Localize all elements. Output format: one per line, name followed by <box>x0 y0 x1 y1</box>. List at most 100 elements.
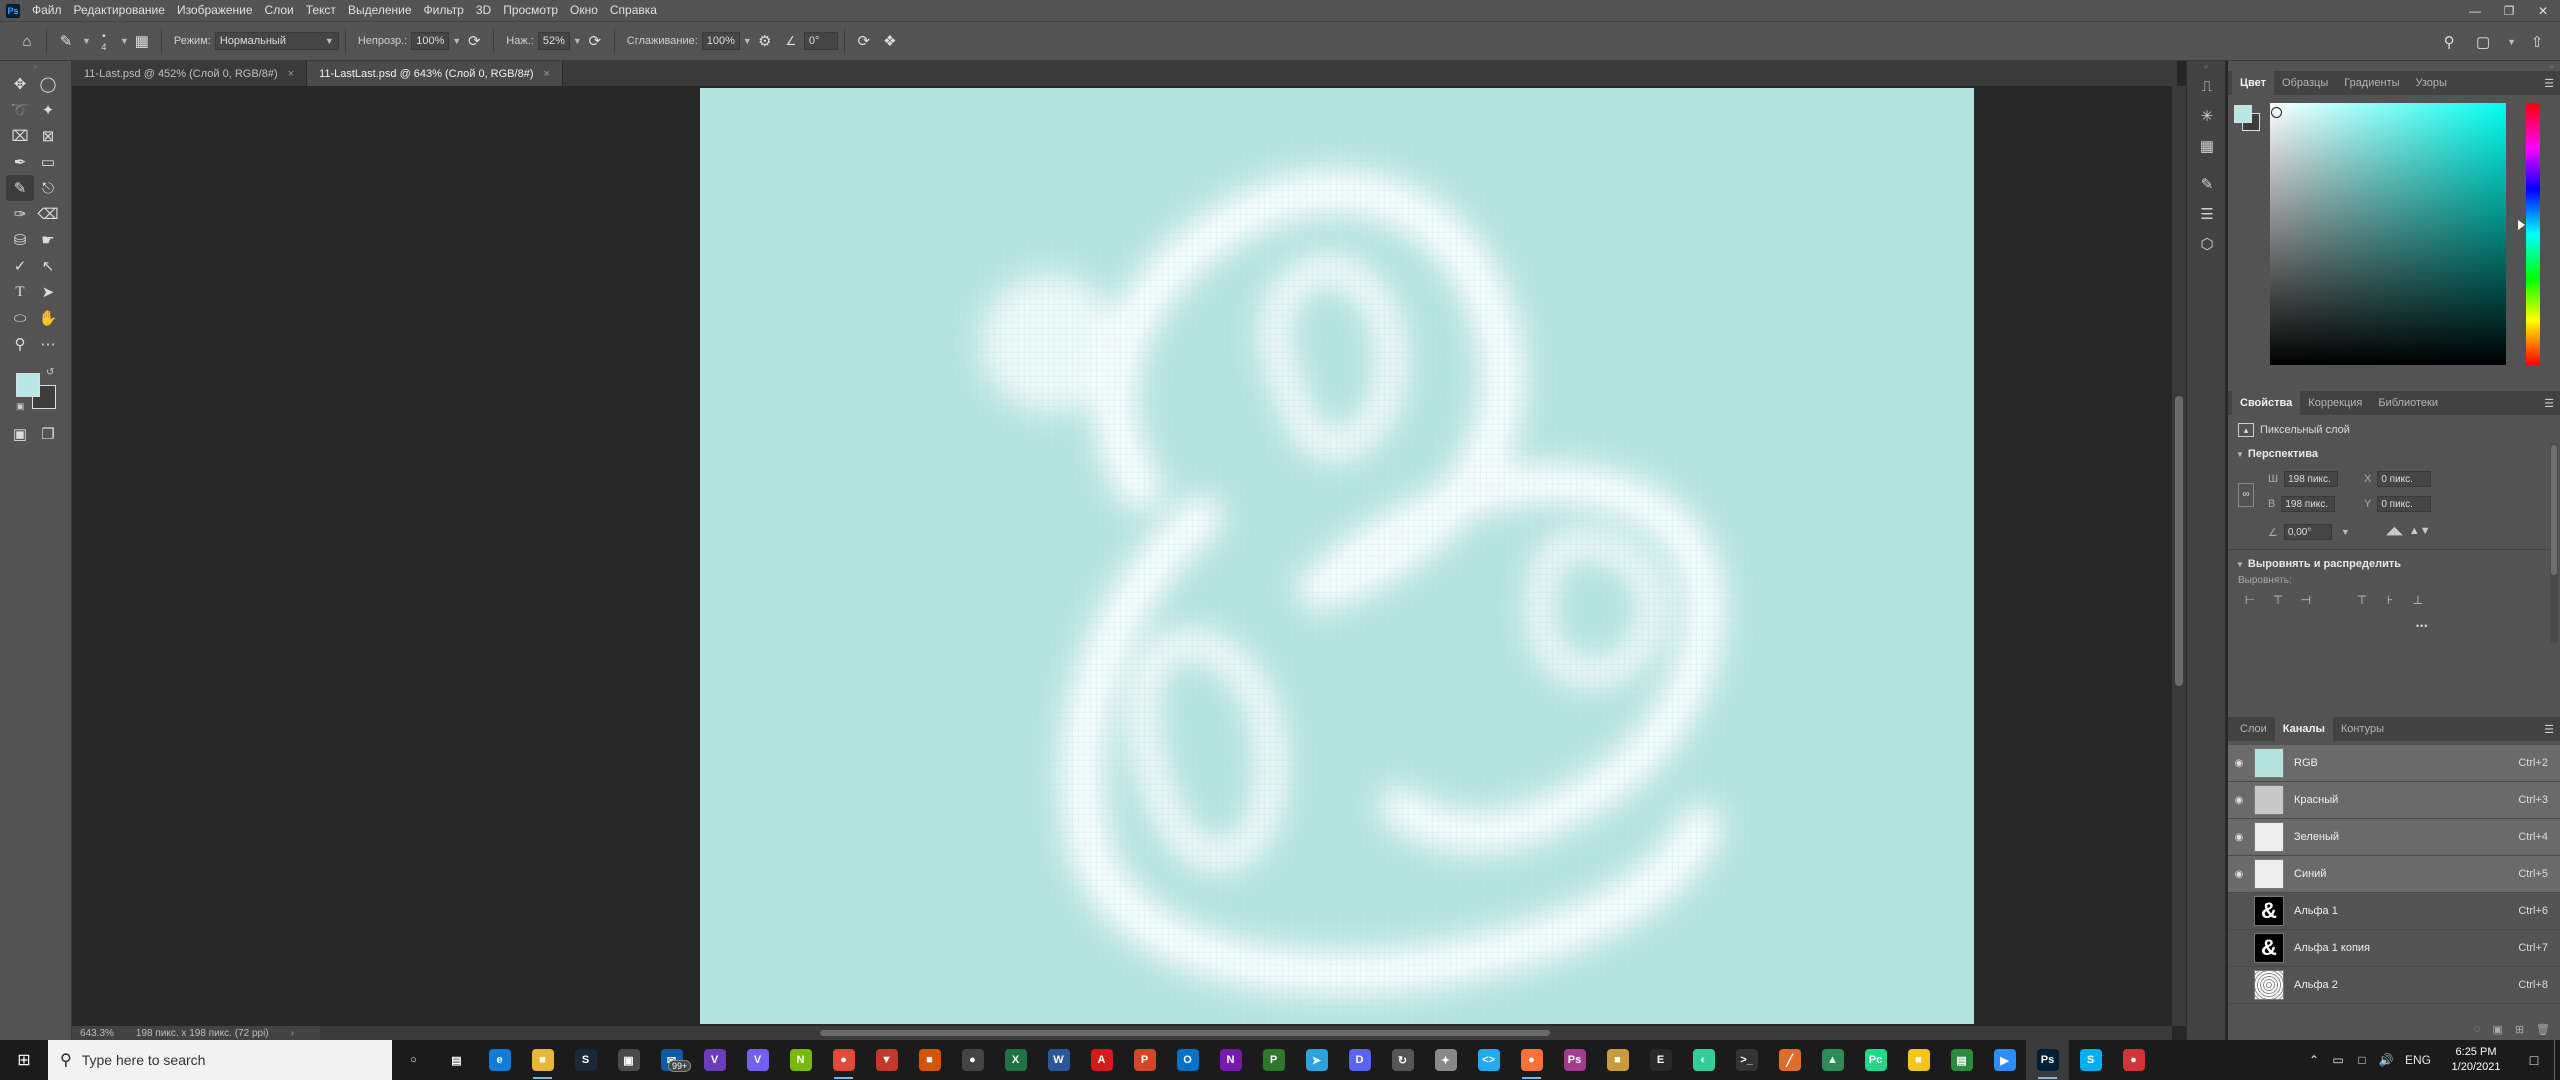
notifications-icon[interactable]: □ <box>2514 1052 2554 1068</box>
zoom-tool-icon[interactable]: ⚲ <box>6 331 34 357</box>
pressure-size-icon[interactable]: ⟳ <box>851 28 877 54</box>
transform-section-header[interactable]: ▼ Перспектива <box>2236 448 2318 460</box>
scrollbar-thumb[interactable] <box>2551 445 2557 575</box>
firefox-icon[interactable]: ● <box>1510 1040 1553 1080</box>
photoshop-ps-icon[interactable]: Ps <box>1553 1040 1596 1080</box>
pycharm-icon[interactable]: Pc <box>1854 1040 1897 1080</box>
clock[interactable]: 6:25 PM 1/20/2021 <box>2438 1045 2514 1075</box>
app-green-icon[interactable]: ▲ <box>1811 1040 1854 1080</box>
align-section-header[interactable]: ▼ Выровнять и распределить <box>2236 558 2401 570</box>
epic-games-icon[interactable]: E <box>1639 1040 1682 1080</box>
settings-sync-icon[interactable]: ↻ <box>1381 1040 1424 1080</box>
chevron-down-icon[interactable]: ▼ <box>743 36 752 46</box>
mail-icon[interactable]: ✉99+ <box>650 1040 693 1080</box>
type-tool-icon[interactable]: T <box>6 279 34 305</box>
vertical-scrollbar[interactable] <box>2172 86 2186 1026</box>
channel-row[interactable]: & Альфа 1 копия Ctrl+7 <box>2228 930 2560 967</box>
steam-icon[interactable]: S <box>564 1040 607 1080</box>
panels-collapse-icon[interactable]: » <box>2228 61 2560 71</box>
panel-menu-icon[interactable]: ☰ <box>2544 397 2554 410</box>
edge-browser-icon[interactable]: e <box>478 1040 521 1080</box>
align-bottom-edges-icon[interactable]: ⊥ <box>2406 591 2430 609</box>
viber-icon[interactable]: V <box>736 1040 779 1080</box>
visibility-eye-icon[interactable]: ◉ <box>2228 832 2250 843</box>
visual-studio-icon[interactable]: V <box>693 1040 736 1080</box>
network-icon[interactable]: □ <box>2350 1053 2374 1067</box>
show-desktop-button[interactable] <box>2554 1040 2560 1080</box>
flip-horizontal-icon[interactable]: ◢◣ <box>2386 524 2403 537</box>
workspace-icon[interactable]: ▢ <box>2470 29 2496 55</box>
width-field[interactable]: 198 пикс. <box>2284 471 2339 487</box>
channel-row[interactable]: ◉ Синий Ctrl+5 <box>2228 856 2560 893</box>
align-horizontal-centers-icon[interactable]: ⊤ <box>2266 591 2290 609</box>
brush-preset-picker[interactable]: • 4 <box>91 28 117 54</box>
lasso-tool-icon[interactable]: ➰ <box>6 97 34 123</box>
channel-row[interactable]: ◉ RGB Ctrl+2 <box>2228 745 2560 782</box>
panel-tab[interactable]: Узоры <box>2408 71 2455 95</box>
terminal-dark-icon[interactable]: >_ <box>1725 1040 1768 1080</box>
link-dimensions-icon[interactable]: ∞ <box>2238 483 2254 507</box>
panel-tab[interactable]: Градиенты <box>2336 71 2407 95</box>
foreground-color-swatch[interactable] <box>16 373 40 397</box>
word-icon[interactable]: W <box>1037 1040 1080 1080</box>
pressure-opacity-icon[interactable]: ⟳ <box>461 28 487 54</box>
app-red-icon[interactable]: ● <box>2112 1040 2155 1080</box>
align-top-edges-icon[interactable]: ⊤ <box>2350 591 2374 609</box>
opacity-field[interactable]: 100% <box>411 32 450 50</box>
minimize-icon[interactable]: — <box>2458 0 2492 21</box>
document-tab[interactable]: 11-LastLast.psd @ 643% (Слой 0, RGB/8#) × <box>307 61 563 86</box>
zoom-app-icon[interactable]: ▶ <box>1983 1040 2026 1080</box>
photoshop-app-icon[interactable]: Ps <box>2026 1040 2069 1080</box>
chevron-down-icon[interactable]: ▼ <box>452 36 461 46</box>
screen-mode-icon[interactable]: ❐ <box>34 421 62 447</box>
visibility-eye-icon[interactable]: ◉ <box>2228 758 2250 769</box>
panel-tab[interactable]: Каналы <box>2274 717 2333 741</box>
terminal-green-icon[interactable]: ▤ <box>1940 1040 1983 1080</box>
folder-icon[interactable]: ■ <box>1596 1040 1639 1080</box>
restore-icon[interactable]: ❐ <box>2492 0 2526 21</box>
menu-item[interactable]: 3D <box>470 0 497 21</box>
menu-item[interactable]: Выделение <box>342 0 418 21</box>
quick-mask-icon[interactable]: ▣ <box>6 421 34 447</box>
brush-tool-icon[interactable]: ✎ <box>53 28 79 54</box>
store-icon[interactable]: ▣ <box>607 1040 650 1080</box>
symmetry-icon[interactable]: ❖ <box>877 28 903 54</box>
panel-tab[interactable]: Свойства <box>2232 391 2301 415</box>
visibility-eye-icon[interactable]: ◉ <box>2228 869 2250 880</box>
vscode-icon[interactable]: <> <box>1467 1040 1510 1080</box>
smoothing-settings-gear-icon[interactable]: ⚙ <box>752 28 778 54</box>
panel-tab[interactable]: Слои <box>2232 717 2275 741</box>
delete-channel-icon[interactable]: 🗑 <box>2536 1023 2550 1036</box>
chevron-down-icon[interactable]: ▼ <box>2341 527 2350 537</box>
document-tab[interactable]: 11-Last.psd @ 452% (Слой 0, RGB/8#) × <box>72 61 308 86</box>
panel-tab[interactable]: Контуры <box>2333 717 2392 741</box>
document-canvas[interactable] <box>700 88 1974 1024</box>
align-left-edges-icon[interactable]: ⊢ <box>2238 591 2262 609</box>
chevron-down-icon[interactable]: ▼ <box>120 36 129 46</box>
dock-expand-icon[interactable]: « <box>2187 61 2225 71</box>
ruler-tool-icon[interactable]: ▭ <box>34 149 62 175</box>
telegram-icon[interactable]: ➤ <box>1295 1040 1338 1080</box>
scrollbar-thumb[interactable] <box>2175 396 2183 686</box>
project-icon[interactable]: P <box>1252 1040 1295 1080</box>
saturation-brightness-field[interactable] <box>2270 103 2506 365</box>
brush-settings-icon[interactable]: ▦ <box>129 28 155 54</box>
scrollbar-thumb[interactable] <box>820 1030 1550 1036</box>
swap-colors-icon[interactable]: ↺ <box>46 367 54 378</box>
powerpoint-icon[interactable]: P <box>1123 1040 1166 1080</box>
canvas-area[interactable] <box>72 86 2172 1026</box>
default-colors-icon[interactable]: ▣ <box>16 401 25 412</box>
channel-row[interactable]: Альфа 2 Ctrl+8 <box>2228 967 2560 1004</box>
more-tools-icon[interactable]: ⋯ <box>34 331 62 357</box>
properties-scrollbar[interactable] <box>2550 443 2558 643</box>
eraser-tool-icon[interactable]: ⌫ <box>34 201 62 227</box>
app-orange-icon[interactable]: ╱ <box>1768 1040 1811 1080</box>
history-brush-tool-icon[interactable]: ✑ <box>6 201 34 227</box>
paint-bucket-tool-icon[interactable]: ⛁ <box>6 227 34 253</box>
close-icon[interactable]: ✕ <box>2526 0 2560 21</box>
crop-tool-icon[interactable]: ⌧ <box>6 123 34 149</box>
menu-item[interactable]: Файл <box>26 0 68 21</box>
menu-item[interactable]: Изображение <box>171 0 259 21</box>
x-field[interactable]: 0 пикс. <box>2377 471 2432 487</box>
direct-select-tool-icon[interactable]: ➤ <box>34 279 62 305</box>
